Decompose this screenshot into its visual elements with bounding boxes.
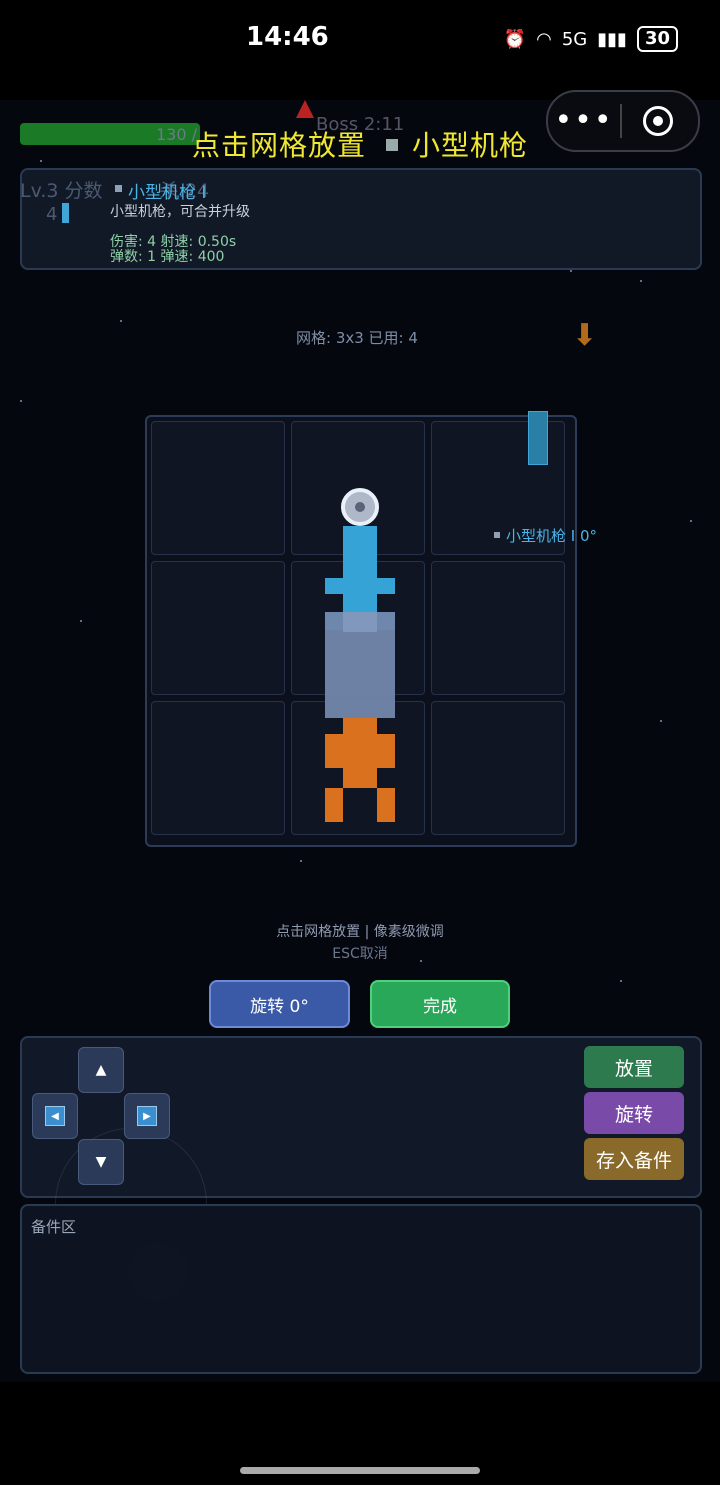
store-spare-button[interactable]: 存入备件: [584, 1138, 684, 1180]
hud-counter: 4: [46, 204, 58, 225]
dpad-up-button[interactable]: ▲: [78, 1047, 124, 1093]
item-name: 小型机枪 I: [128, 183, 207, 203]
miniprogram-capsule: •••: [546, 90, 700, 152]
grid-info: 网格: 3x3 已用: 4: [296, 329, 418, 347]
grid-cell[interactable]: [151, 561, 285, 695]
item-stats-line2: 弹数: 1 弹速: 400: [110, 249, 225, 265]
right-arrow-icon: ▶: [137, 1106, 157, 1126]
dpad-down-button[interactable]: ▼: [78, 1139, 124, 1185]
spare-parts-area[interactable]: [20, 1204, 702, 1374]
placement-title-text: 点击网格放置: [192, 129, 367, 162]
network-label: 5G: [561, 28, 588, 50]
dpad-left-button[interactable]: ◀: [32, 1093, 78, 1139]
barrel-part: [343, 526, 377, 578]
spare-area-label: 备件区: [31, 1218, 77, 1236]
spare-part-bar: [528, 411, 548, 465]
placement-item: 小型机枪: [412, 129, 529, 162]
engine-leg-right: [377, 788, 395, 822]
barrel-cross: [325, 578, 395, 594]
engine-cross: [325, 734, 395, 768]
enemy-arrow-icon: ⬇: [572, 318, 598, 353]
grid-cell[interactable]: [151, 701, 285, 835]
place-button[interactable]: 放置: [584, 1046, 684, 1088]
item-bullet-icon: [115, 185, 122, 192]
close-target-icon[interactable]: [622, 106, 694, 136]
alarm-icon: ⏰: [503, 28, 527, 50]
home-indicator[interactable]: [240, 1467, 480, 1474]
piece-label: 小型机枪 I 0°: [494, 525, 597, 546]
grid-cell[interactable]: [431, 701, 565, 835]
down-arrow-icon: ▼: [95, 1154, 107, 1170]
dpad-right-button[interactable]: ▶: [124, 1093, 170, 1139]
left-arrow-icon: ◀: [45, 1106, 65, 1126]
item-description: 小型机枪，可合并升级: [110, 204, 250, 220]
wifi-icon: ◠: [536, 28, 552, 50]
item-thumbnail: [62, 203, 69, 223]
status-icons: ⏰ ◠ 5G ▮▮▮ 30: [504, 26, 678, 52]
status-time: 14:46: [246, 22, 329, 52]
grid-cell[interactable]: [431, 561, 565, 695]
muzzle-icon: [341, 488, 379, 526]
rotate-action-button[interactable]: 旋转: [584, 1092, 684, 1134]
done-button[interactable]: 完成: [370, 980, 510, 1028]
placement-title: 点击网格放置 小型机枪: [192, 124, 528, 164]
label-bullet-icon: [494, 532, 500, 538]
hp-text: 130 /: [156, 125, 198, 144]
engine-leg-left: [325, 788, 343, 822]
cancel-hint: ESC取消: [332, 946, 388, 962]
body-top: [343, 612, 377, 632]
grid-cell[interactable]: [151, 421, 285, 555]
up-arrow-icon: ▲: [95, 1062, 107, 1078]
signal-icon: ▮▮▮: [597, 28, 627, 50]
hint-text: 点击网格放置 | 像素级微调: [276, 924, 444, 940]
more-icon[interactable]: •••: [548, 106, 620, 136]
battery-indicator: 30: [636, 26, 678, 52]
rotate-button[interactable]: 旋转 0°: [209, 980, 350, 1028]
barrel-base: [343, 594, 377, 612]
separator-square-icon: [386, 139, 399, 151]
boss-warning-icon: [296, 100, 314, 118]
